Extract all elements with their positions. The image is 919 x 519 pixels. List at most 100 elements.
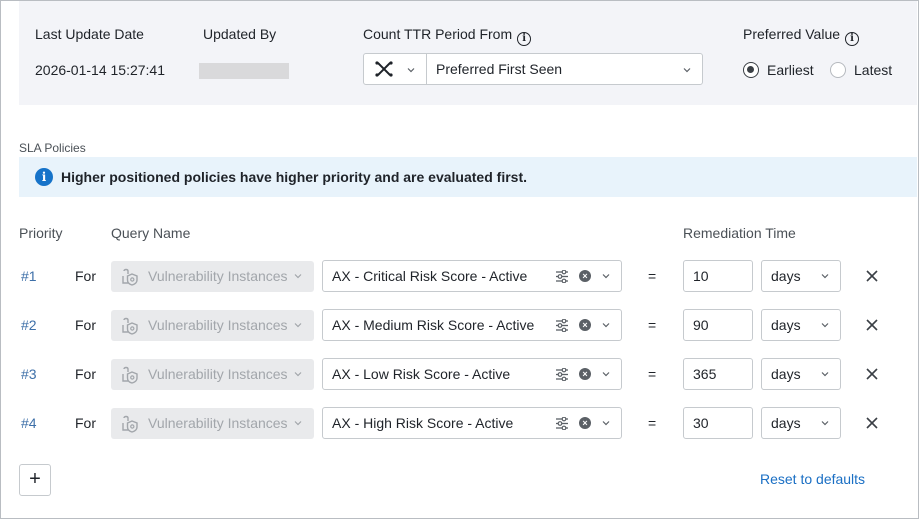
last-update-label: Last Update Date: [35, 26, 144, 42]
radio-earliest-label: Earliest: [767, 62, 814, 78]
clear-icon[interactable]: ×: [579, 319, 591, 331]
remediation-time-input[interactable]: 10: [683, 260, 753, 292]
remediation-time-input[interactable]: 365: [683, 358, 753, 390]
vulnerability-icon: [122, 317, 138, 335]
count-ttr-label-text: Count TTR Period From: [363, 26, 513, 42]
time-unit-value: days: [771, 317, 801, 333]
remediation-time-value: 90: [693, 317, 709, 333]
sliders-icon[interactable]: [555, 319, 569, 332]
chevron-down-icon: [294, 421, 302, 426]
column-header-remediation-time: Remediation Time: [683, 225, 796, 241]
remediation-time-value: 30: [693, 415, 709, 431]
vulnerability-icon: [122, 366, 138, 384]
preferred-value-label: Preferred Value i: [743, 26, 860, 46]
for-label: For: [75, 268, 96, 284]
entity-select-value: Vulnerability Instances: [148, 366, 288, 382]
chevron-down-icon: [602, 274, 610, 279]
time-unit-value: days: [771, 268, 801, 284]
for-label: For: [75, 415, 96, 431]
info-icon[interactable]: i: [845, 32, 860, 46]
radio-latest-label: Latest: [854, 62, 893, 78]
remediation-time-value: 365: [693, 366, 717, 382]
count-ttr-value: Preferred First Seen: [436, 61, 563, 77]
query-select[interactable]: AX - Low Risk Score - Active ×: [322, 358, 622, 390]
policy-row: #3 For Vulnerability Instances AX - Low …: [0, 358, 919, 392]
remediation-time-input[interactable]: 30: [683, 407, 753, 439]
query-select-value: AX - Critical Risk Score - Active: [332, 268, 528, 284]
sliders-icon[interactable]: [555, 368, 569, 381]
clear-icon[interactable]: ×: [579, 270, 591, 282]
time-unit-value: days: [771, 366, 801, 382]
chevron-down-icon: [294, 372, 302, 377]
column-header-query-name: Query Name: [111, 225, 191, 241]
query-select[interactable]: AX - Critical Risk Score - Active ×: [322, 260, 622, 292]
chevron-down-icon: [602, 421, 610, 426]
chevron-down-icon: [683, 68, 691, 73]
chevron-down-icon: [294, 274, 302, 279]
delete-row-icon[interactable]: [865, 318, 879, 332]
last-update-value: 2026-01-14 15:27:41: [35, 62, 165, 78]
time-unit-select[interactable]: days: [761, 260, 841, 292]
query-select-value: AX - High Risk Score - Active: [332, 415, 514, 431]
radio-earliest[interactable]: [743, 62, 759, 78]
chevron-down-icon: [821, 421, 829, 426]
query-select[interactable]: AX - High Risk Score - Active ×: [322, 407, 622, 439]
entity-select: Vulnerability Instances: [111, 359, 314, 390]
delete-row-icon[interactable]: [865, 416, 879, 430]
entity-select-value: Vulnerability Instances: [148, 268, 288, 284]
chevron-down-icon: [294, 323, 302, 328]
query-select[interactable]: AX - Medium Risk Score - Active ×: [322, 309, 622, 341]
chevron-down-icon: [602, 323, 610, 328]
reset-to-defaults-link[interactable]: Reset to defaults: [760, 471, 865, 487]
priority-number: #3: [21, 366, 37, 382]
priority-number: #2: [21, 317, 37, 333]
remediation-time-input[interactable]: 90: [683, 309, 753, 341]
policy-row: #1 For Vulnerability Instances AX - Crit…: [0, 260, 919, 294]
count-ttr-select[interactable]: Preferred First Seen: [363, 53, 703, 85]
query-select-value: AX - Medium Risk Score - Active: [332, 317, 535, 333]
clear-icon[interactable]: ×: [579, 417, 591, 429]
chevron-down-icon: [602, 372, 610, 377]
info-banner: i Higher positioned policies have higher…: [19, 157, 917, 197]
equals-sign: =: [648, 268, 657, 284]
sla-policies-label: SLA Policies: [19, 141, 86, 155]
sliders-icon[interactable]: [555, 270, 569, 283]
info-filled-icon: i: [35, 168, 53, 186]
time-unit-select[interactable]: days: [761, 358, 841, 390]
delete-row-icon[interactable]: [865, 269, 879, 283]
query-select-value: AX - Low Risk Score - Active: [332, 366, 511, 382]
equals-sign: =: [648, 415, 657, 431]
column-header-priority: Priority: [19, 225, 63, 241]
priority-number: #4: [21, 415, 37, 431]
clear-icon[interactable]: ×: [579, 368, 591, 380]
priority-number: #1: [21, 268, 37, 284]
time-unit-select[interactable]: days: [761, 407, 841, 439]
time-unit-value: days: [771, 415, 801, 431]
delete-row-icon[interactable]: [865, 367, 879, 381]
radio-latest[interactable]: [830, 62, 846, 78]
sliders-icon[interactable]: [555, 417, 569, 430]
count-ttr-label: Count TTR Period From i: [363, 26, 532, 46]
banner-text: Higher positioned policies have higher p…: [61, 169, 527, 185]
updated-by-label: Updated By: [203, 26, 277, 42]
chevron-down-icon: [821, 323, 829, 328]
updated-by-redacted: [199, 63, 289, 79]
for-label: For: [75, 366, 96, 382]
policy-row: #2 For Vulnerability Instances AX - Medi…: [0, 309, 919, 343]
entity-select-value: Vulnerability Instances: [148, 415, 288, 431]
policy-row: #4 For Vulnerability Instances AX - High…: [0, 407, 919, 441]
source-select[interactable]: [364, 54, 427, 84]
entity-select: Vulnerability Instances: [111, 408, 314, 439]
equals-sign: =: [648, 366, 657, 382]
chevron-down-icon: [407, 68, 415, 73]
entity-select-value: Vulnerability Instances: [148, 317, 288, 333]
info-icon[interactable]: i: [517, 32, 532, 46]
entity-select: Vulnerability Instances: [111, 310, 314, 341]
for-label: For: [75, 317, 96, 333]
entity-select: Vulnerability Instances: [111, 261, 314, 292]
preferred-value-label-text: Preferred Value: [743, 26, 841, 42]
source-x-icon: [375, 61, 393, 77]
add-policy-button[interactable]: +: [19, 464, 51, 496]
vulnerability-icon: [122, 268, 138, 286]
time-unit-select[interactable]: days: [761, 309, 841, 341]
